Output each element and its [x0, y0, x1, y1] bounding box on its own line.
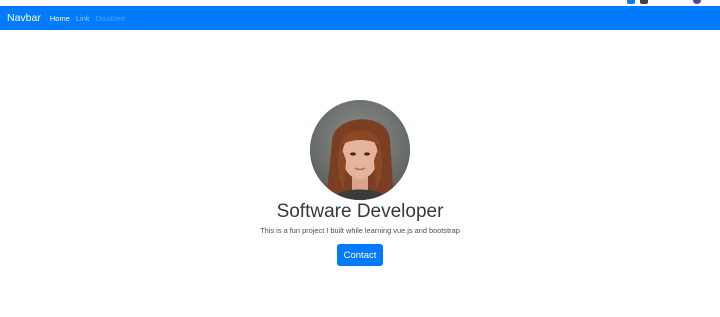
navbar: Navbar Home Link Disabled — [0, 6, 720, 30]
hero-section: Software Developer This is a fun project… — [0, 100, 720, 266]
nav-link-disabled: Disabled — [95, 13, 125, 23]
navbar-brand[interactable]: Navbar — [7, 12, 41, 24]
purple-circle-icon — [693, 0, 701, 4]
subtitle-text: This is a fun project I built while lear… — [260, 226, 460, 235]
contact-button[interactable]: Contact — [337, 244, 383, 266]
dark-glyph-icon — [640, 0, 648, 4]
avatar — [310, 100, 410, 200]
profile-photo-icon — [310, 100, 410, 200]
page-title: Software Developer — [276, 201, 444, 222]
nav-link-link[interactable]: Link — [76, 14, 90, 23]
nav-link-home[interactable]: Home — [50, 14, 70, 23]
blue-square-icon — [627, 0, 635, 4]
